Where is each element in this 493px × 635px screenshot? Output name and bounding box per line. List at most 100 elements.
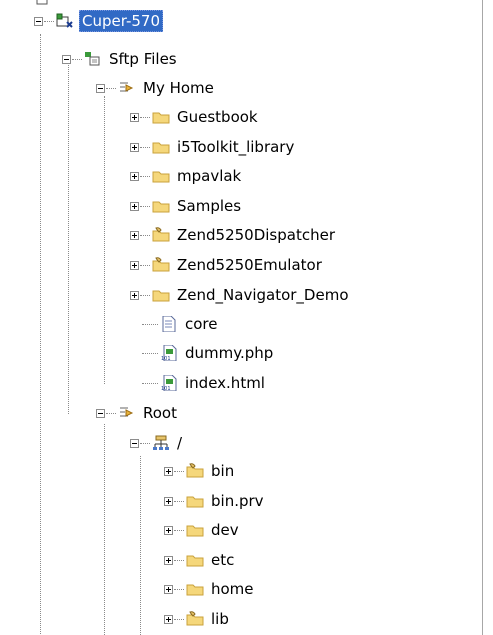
- tree-node-folder[interactable]: Zend5250Emulator: [130, 252, 324, 278]
- tree-connector-dash: [174, 588, 184, 590]
- folder-icon: [186, 552, 204, 568]
- expand-toggle[interactable]: [130, 201, 139, 211]
- folder-label: mpavlak: [177, 167, 242, 185]
- folder-icon: [152, 198, 170, 214]
- tree-node-my-home[interactable]: My Home: [96, 75, 216, 101]
- binary-file-icon: 101: [160, 375, 178, 391]
- shared-folder-icon: [152, 227, 170, 243]
- shared-folder-icon: [186, 611, 204, 627]
- binary-file-icon: 101: [160, 345, 178, 361]
- tree-node-folder[interactable]: i5Toolkit_library: [130, 134, 296, 160]
- tree-node-folder[interactable]: dev: [164, 517, 241, 543]
- tree-node-file[interactable]: 101 index.html: [141, 370, 267, 396]
- tree-connector-dash: [44, 20, 54, 22]
- tree-connector-dash: [72, 58, 82, 60]
- folder-label: dev: [211, 521, 239, 539]
- tree-node-sftp-files[interactable]: Sftp Files: [62, 46, 179, 72]
- text-file-icon: [160, 316, 178, 332]
- expand-toggle[interactable]: [164, 496, 173, 506]
- expand-toggle[interactable]: [164, 584, 173, 594]
- folder-label: Samples: [177, 197, 242, 215]
- file-label: dummy.php: [185, 344, 274, 362]
- tree-node-folder[interactable]: bin.prv: [164, 488, 266, 514]
- expand-toggle[interactable]: [164, 555, 173, 565]
- slash-label: /: [177, 434, 183, 452]
- tree-node-folder[interactable]: Samples: [130, 193, 243, 219]
- folder-icon: [152, 168, 170, 184]
- tree-connector-dash: [106, 87, 116, 89]
- network-root-icon: [152, 435, 170, 451]
- folder-label: Zend5250Dispatcher: [177, 226, 335, 244]
- tree-connector-dash: [142, 352, 158, 354]
- tree-node-file[interactable]: core: [141, 311, 220, 337]
- tree-connector-line: [140, 456, 141, 635]
- folder-icon: [152, 139, 170, 155]
- folder-label: Guestbook: [177, 108, 258, 126]
- tree-node-file[interactable]: 101 dummy.php: [141, 340, 275, 366]
- expand-toggle[interactable]: [130, 112, 139, 122]
- filter-arrow-icon: [118, 80, 136, 96]
- expand-toggle[interactable]: [130, 142, 139, 152]
- root-label: Root: [143, 404, 177, 422]
- expand-toggle[interactable]: [164, 466, 173, 476]
- sftp-files-icon: [84, 51, 102, 67]
- tree-connector-dash: [140, 146, 150, 148]
- my-home-label: My Home: [143, 79, 214, 97]
- folder-label: lib: [211, 610, 229, 628]
- expand-toggle[interactable]: [130, 171, 139, 181]
- tree-node-folder[interactable]: bin: [164, 458, 236, 484]
- tree-connector-dash: [140, 442, 150, 444]
- shared-folder-icon: [152, 257, 170, 273]
- tree-connector-dash: [174, 618, 184, 620]
- tree-node-folder[interactable]: Guestbook: [130, 104, 260, 130]
- folder-icon: [186, 581, 204, 597]
- folder-label: bin.prv: [211, 492, 264, 510]
- svg-text:101: 101: [161, 386, 171, 391]
- tree-connector-dash: [140, 234, 150, 236]
- expand-toggle[interactable]: [130, 290, 139, 300]
- folder-label: Zend_Navigator_Demo: [177, 286, 349, 304]
- folder-label: Zend5250Emulator: [177, 256, 322, 274]
- folder-label: home: [211, 580, 254, 598]
- expand-toggle[interactable]: [130, 260, 139, 270]
- tree-node-folder[interactable]: Zend5250Dispatcher: [130, 222, 337, 248]
- tree-connector-dash: [174, 470, 184, 472]
- tree-node-folder[interactable]: Zend_Navigator_Demo: [130, 282, 351, 308]
- tree-node-slash[interactable]: /: [130, 430, 184, 456]
- collapse-toggle[interactable]: [34, 16, 43, 26]
- tree-node-root[interactable]: Root: [96, 400, 179, 426]
- file-label: index.html: [185, 374, 265, 392]
- tree-connector-dash: [140, 205, 150, 207]
- tree-node-folder[interactable]: home: [164, 576, 256, 602]
- tree-connector-dash: [142, 382, 158, 384]
- expand-toggle[interactable]: [130, 230, 139, 240]
- tree-node-folder[interactable]: lib: [164, 606, 231, 632]
- tree-node-folder[interactable]: etc: [164, 547, 236, 573]
- expand-toggle[interactable]: [164, 614, 173, 624]
- tree-node-folder[interactable]: mpavlak: [130, 163, 243, 189]
- collapse-toggle[interactable]: [96, 408, 105, 418]
- connection-icon: [56, 13, 74, 29]
- filter-arrow-icon: [118, 405, 136, 421]
- expand-toggle[interactable]: [164, 525, 173, 535]
- tree-connector-line: [104, 96, 105, 384]
- tree-connector-dash: [174, 529, 184, 531]
- tree-connector-dash: [140, 294, 150, 296]
- collapse-toggle[interactable]: [130, 438, 139, 448]
- folder-icon: [152, 287, 170, 303]
- folder-icon: [152, 109, 170, 125]
- tree-connector-line: [68, 62, 69, 414]
- tree-connector-dash: [142, 323, 158, 325]
- file-label: core: [185, 315, 218, 333]
- connection-label: Cuper-570: [79, 10, 163, 32]
- folder-label: bin: [211, 462, 235, 480]
- remote-systems-tree[interactable]: Cuper-570 Sftp Files My Home Guestbook i…: [0, 0, 483, 635]
- tree-connector-dash: [174, 500, 184, 502]
- collapse-toggle[interactable]: [96, 83, 105, 93]
- tree-connector-dash: [106, 412, 116, 414]
- tree-connector-dash: [140, 116, 150, 118]
- collapse-toggle[interactable]: [62, 54, 71, 64]
- tree-node-connection[interactable]: Cuper-570: [34, 8, 163, 34]
- sftp-files-label: Sftp Files: [109, 50, 177, 68]
- folder-label: i5Toolkit_library: [177, 138, 295, 156]
